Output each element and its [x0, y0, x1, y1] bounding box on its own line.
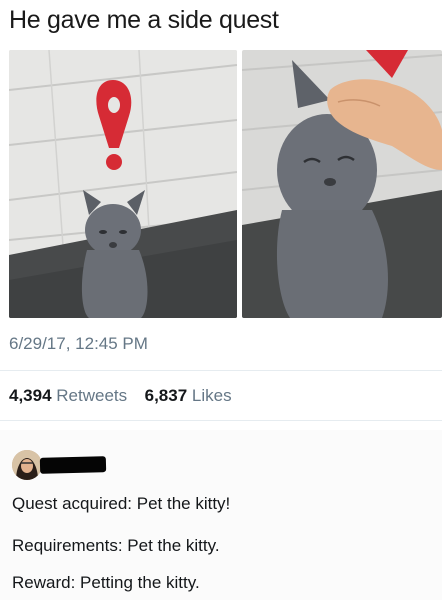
reply-line-reward: Reward: Petting the kitty. — [12, 573, 200, 592]
photo-grid — [9, 50, 442, 318]
tweet-timestamp[interactable]: 6/29/17, 12:45 PM — [9, 334, 148, 354]
retweets-label[interactable]: Retweets — [56, 386, 127, 405]
tweet-text: He gave me a side quest — [9, 6, 279, 34]
cat-being-petted-image — [242, 50, 442, 318]
divider — [0, 370, 442, 371]
redacted-username — [39, 456, 107, 474]
avatar[interactable] — [12, 450, 42, 480]
cat-photo-left[interactable] — [9, 50, 237, 318]
reply-comment: Quest acquired: Pet the kitty! Requireme… — [0, 430, 442, 600]
retweets-count[interactable]: 4,394 — [9, 386, 52, 405]
tweet-stats: 4,394 Retweets 6,837 Likes — [9, 386, 232, 406]
divider — [0, 420, 442, 421]
likes-count[interactable]: 6,837 — [145, 386, 188, 405]
reply-line-requirements: Requirements: Pet the kitty. — [12, 536, 220, 555]
cat-with-quest-marker-image — [9, 50, 237, 318]
reply-line-quest: Quest acquired: Pet the kitty! — [12, 494, 231, 513]
cat-photo-right[interactable] — [242, 50, 442, 318]
cat-figure — [81, 190, 148, 318]
likes-label[interactable]: Likes — [192, 386, 232, 405]
